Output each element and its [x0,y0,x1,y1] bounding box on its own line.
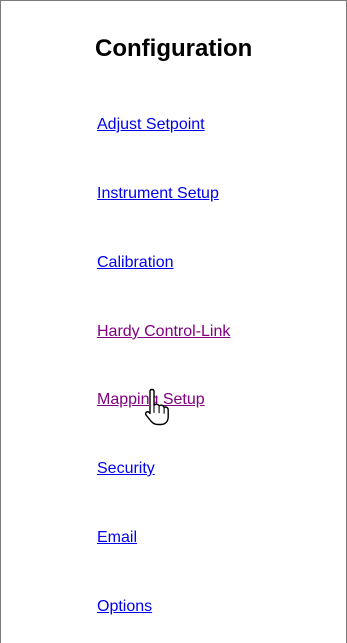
instrument-setup-link[interactable]: Instrument Setup [97,185,219,202]
list-item: Security [97,459,155,479]
calibration-link[interactable]: Calibration [97,254,173,271]
list-item: Options [97,597,152,617]
options-link[interactable]: Options [97,598,152,615]
list-item: Mapping Setup [97,390,205,410]
hardy-control-link-link[interactable]: Hardy Control-Link [97,323,230,340]
email-link[interactable]: Email [97,529,137,546]
config-menu-panel: Configuration Adjust Setpoint Instrument… [0,0,347,643]
page-title: Configuration [95,35,253,62]
list-item: Calibration [97,253,173,273]
list-item: Instrument Setup [97,184,219,204]
security-link[interactable]: Security [97,460,155,477]
adjust-setpoint-link[interactable]: Adjust Setpoint [97,116,205,133]
list-item: Adjust Setpoint [97,115,205,135]
list-item: Hardy Control-Link [97,322,230,342]
list-item: Email [97,528,137,548]
mapping-setup-link[interactable]: Mapping Setup [97,391,205,408]
